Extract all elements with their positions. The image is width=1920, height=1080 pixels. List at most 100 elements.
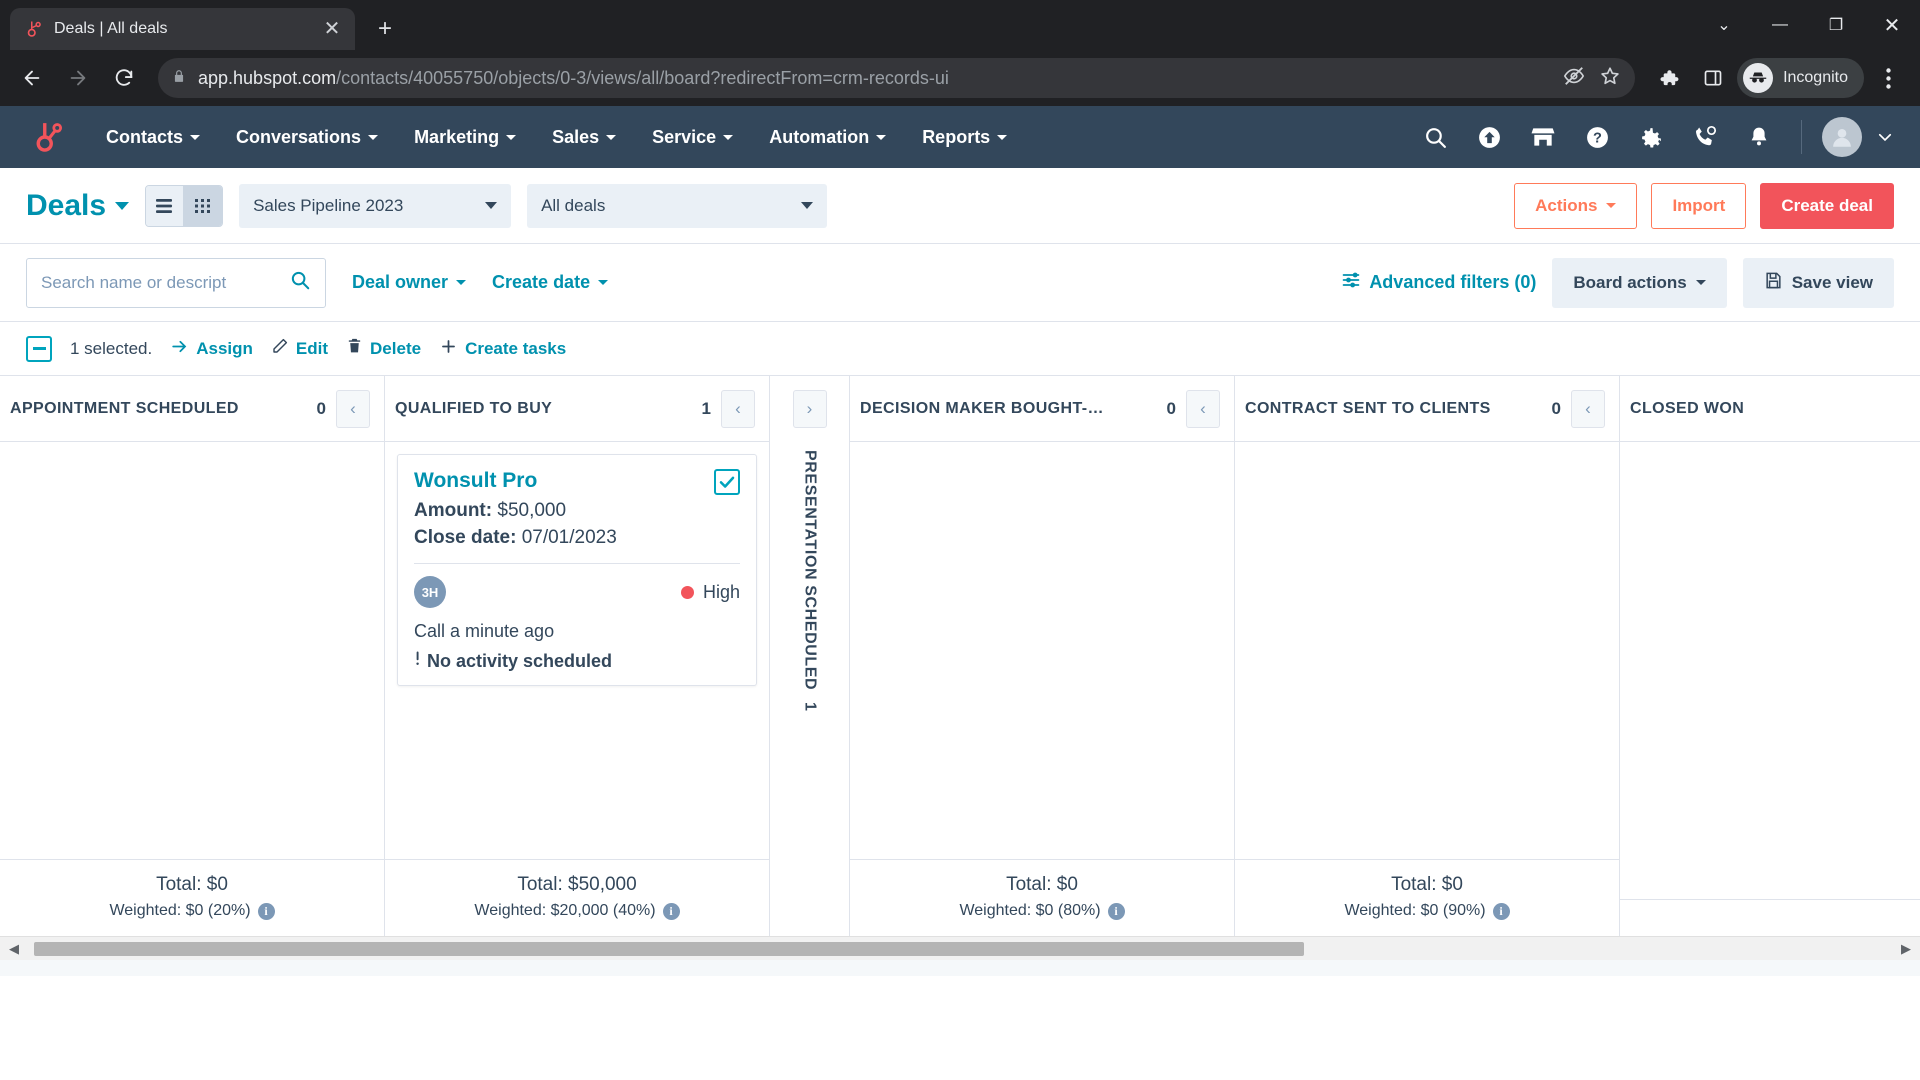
deals-toolbar: Deals Sales Pipeline 2023 All deals Acti… <box>0 168 1920 244</box>
save-disk-icon <box>1764 271 1783 295</box>
selection-count: 1 selected. <box>70 338 153 358</box>
nav-item-marketing[interactable]: Marketing <box>396 106 534 168</box>
actions-button[interactable]: Actions <box>1514 182 1638 229</box>
import-button[interactable]: Import <box>1651 182 1747 229</box>
profile-incognito-button[interactable]: Incognito <box>1737 58 1864 98</box>
save-view-button[interactable]: Save view <box>1742 257 1894 308</box>
side-panel-icon[interactable] <box>1693 58 1733 98</box>
indeterminate-dash-icon <box>32 347 46 350</box>
chevron-right-icon[interactable]: › <box>792 390 827 428</box>
forward-arrow-icon[interactable] <box>58 58 98 98</box>
board-actions-button[interactable]: Board actions <box>1552 257 1727 308</box>
chevron-right-icon[interactable]: ▶ <box>1896 939 1916 959</box>
chevron-down-icon[interactable]: ⌄ <box>1696 0 1752 50</box>
back-arrow-icon[interactable] <box>12 58 52 98</box>
new-tab-button[interactable]: + <box>367 11 403 47</box>
advanced-filters-button[interactable]: Advanced filters (0) <box>1341 270 1536 295</box>
nav-item-service[interactable]: Service <box>634 106 751 168</box>
search-icon[interactable] <box>289 269 311 296</box>
chevron-down-icon <box>606 134 617 140</box>
deal-owner-filter[interactable]: Deal owner <box>352 272 467 293</box>
column-weighted: Weighted: $0 (90%) i <box>1235 902 1619 920</box>
nav-item-automation[interactable]: Automation <box>751 106 904 168</box>
chevron-down-icon <box>876 134 887 140</box>
chevron-left-icon[interactable]: ‹ <box>721 389 755 428</box>
settings-gear-icon[interactable] <box>1629 115 1673 159</box>
avatar[interactable] <box>1822 117 1862 157</box>
column-body[interactable] <box>0 442 384 859</box>
chevron-left-icon[interactable]: ‹ <box>1571 389 1605 428</box>
chevron-left-icon[interactable]: ‹ <box>1186 389 1220 428</box>
three-dot-menu-icon[interactable] <box>1868 58 1908 98</box>
column-header: DECISION MAKER BOUGHT-… 0 ‹ <box>850 376 1234 442</box>
view-select[interactable]: All deals <box>527 183 828 228</box>
deal-checkbox[interactable] <box>714 469 740 495</box>
info-icon[interactable]: i <box>1492 902 1510 920</box>
extensions-puzzle-icon[interactable] <box>1649 58 1689 98</box>
address-bar[interactable]: app.hubspot.com/contacts/40055750/object… <box>158 58 1636 98</box>
column-body[interactable] <box>1235 442 1619 859</box>
column-weighted: Weighted: $0 (80%) i <box>850 902 1234 920</box>
hubspot-logo-icon[interactable] <box>22 120 76 154</box>
browser-tab[interactable]: Deals | All deals ✕ <box>10 8 355 50</box>
column-header: QUALIFIED TO BUY 1 ‹ <box>385 376 769 442</box>
search-input-wrapper[interactable] <box>26 257 326 308</box>
trash-icon <box>346 337 363 360</box>
help-question-icon[interactable]: ? <box>1575 115 1619 159</box>
column-body[interactable] <box>850 442 1234 859</box>
column-body[interactable] <box>1620 442 1920 899</box>
pipeline-select[interactable]: Sales Pipeline 2023 <box>239 183 512 228</box>
eye-off-icon[interactable] <box>1563 65 1585 92</box>
maximize-icon[interactable]: ❐ <box>1808 0 1864 50</box>
chevron-left-icon[interactable]: ‹ <box>336 389 370 428</box>
tab-strip: Deals | All deals ✕ + ⌄ — ❐ ✕ <box>0 0 1920 50</box>
create-tasks-button[interactable]: Create tasks <box>439 337 566 361</box>
deal-card[interactable]: Wonsult Pro Amount: $50,000 Close date: … <box>397 454 757 686</box>
nav-item-reports[interactable]: Reports <box>904 106 1025 168</box>
close-icon[interactable]: ✕ <box>319 16 345 42</box>
marketplace-store-icon[interactable] <box>1521 115 1565 159</box>
deal-close-date-value: 07/01/2023 <box>521 527 617 548</box>
edit-button[interactable]: Edit <box>271 337 328 360</box>
select-all-checkbox[interactable] <box>26 335 52 362</box>
column-body[interactable]: Wonsult Pro Amount: $50,000 Close date: … <box>385 442 769 859</box>
list-view-icon[interactable] <box>146 185 185 226</box>
board-view-icon[interactable] <box>184 185 223 226</box>
chevron-down-icon <box>456 280 467 285</box>
horizontal-scrollbar[interactable]: ◀ ▶ <box>0 936 1920 960</box>
owner-avatar[interactable]: 3H <box>414 576 446 608</box>
chevron-left-icon[interactable]: ◀ <box>4 939 24 959</box>
star-icon[interactable] <box>1599 65 1621 92</box>
deal-name[interactable]: Wonsult Pro <box>414 469 714 493</box>
alert-icon <box>414 649 421 673</box>
chevron-down-icon[interactable] <box>1872 115 1898 159</box>
info-icon[interactable]: i <box>257 902 275 920</box>
phone-call-icon[interactable] <box>1683 115 1727 159</box>
search-input[interactable] <box>41 272 281 293</box>
create-deal-button[interactable]: Create deal <box>1760 182 1894 229</box>
nav-label: Reports <box>922 126 991 147</box>
chevron-down-icon <box>997 134 1008 140</box>
page-title[interactable]: Deals <box>26 189 130 223</box>
upgrade-arrow-icon[interactable] <box>1467 115 1511 159</box>
info-icon[interactable]: i <box>662 902 680 920</box>
board-column-presentation-scheduled-collapsed[interactable]: › PRESENTATION SCHEDULED 1 <box>770 376 850 936</box>
nav-item-contacts[interactable]: Contacts <box>88 106 218 168</box>
notifications-bell-icon[interactable] <box>1737 115 1781 159</box>
scrollbar-track[interactable] <box>24 941 1896 956</box>
create-date-filter[interactable]: Create date <box>492 272 609 293</box>
chevron-down-icon <box>598 280 609 285</box>
scrollbar-thumb[interactable] <box>34 941 1304 956</box>
assign-button[interactable]: Assign <box>170 337 253 361</box>
board-actions-label: Board actions <box>1573 272 1687 292</box>
deal-owner-label: Deal owner <box>352 272 449 292</box>
info-icon[interactable]: i <box>1107 902 1125 920</box>
chevron-down-icon <box>506 134 517 140</box>
close-icon[interactable]: ✕ <box>1864 0 1920 50</box>
minimize-icon[interactable]: — <box>1752 0 1808 50</box>
nav-item-sales[interactable]: Sales <box>534 106 634 168</box>
reload-icon[interactable] <box>104 58 144 98</box>
search-icon[interactable] <box>1413 115 1457 159</box>
nav-item-conversations[interactable]: Conversations <box>218 106 396 168</box>
delete-button[interactable]: Delete <box>346 337 421 360</box>
